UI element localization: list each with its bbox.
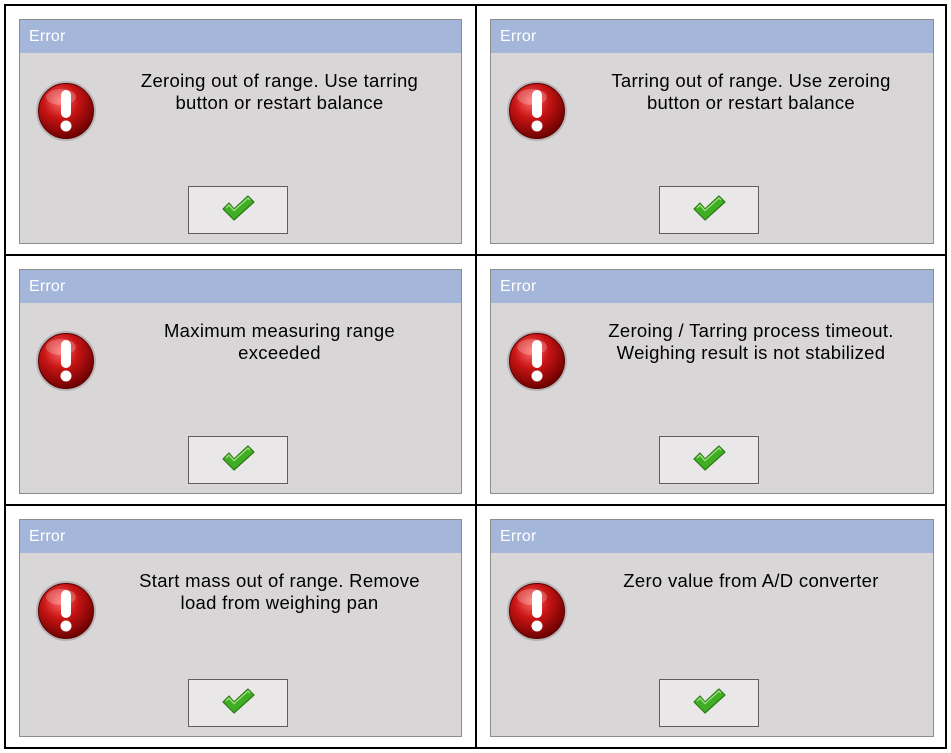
checkmark-icon xyxy=(221,444,255,476)
dialog-message: Start mass out of range. Remove load fro… xyxy=(139,570,420,613)
checkmark-icon xyxy=(221,194,255,226)
grid-cell: Error Maximum measuring range exceeded xyxy=(6,256,477,506)
dialog-title: Error xyxy=(491,270,933,303)
grid-cell: Error Start mass out of range. Remove lo… xyxy=(6,506,477,747)
error-exclamation-icon xyxy=(505,79,569,143)
confirm-button[interactable] xyxy=(659,436,759,484)
checkmark-icon xyxy=(692,687,726,719)
error-dialog: Error Start mass out of range. Remove lo… xyxy=(19,519,462,737)
confirm-button[interactable] xyxy=(188,186,288,234)
error-dialogs-grid: Error Zeroing out of range. Use tarring … xyxy=(4,4,947,749)
confirm-button[interactable] xyxy=(188,679,288,727)
error-dialog: Error Maximum measuring range exceeded xyxy=(19,269,462,494)
error-exclamation-icon xyxy=(34,579,98,643)
dialog-message: Zeroing / Tarring process timeout. Weigh… xyxy=(608,320,894,363)
error-dialog: Error Zeroing out of range. Use tarring … xyxy=(19,19,462,244)
dialog-title: Error xyxy=(20,520,461,553)
grid-cell: Error Zeroing / Tarring process timeout.… xyxy=(477,256,947,506)
dialog-message: Zeroing out of range. Use tarring button… xyxy=(140,70,419,113)
grid-cell: Error Zeroing out of range. Use tarring … xyxy=(6,6,477,256)
checkmark-icon xyxy=(692,444,726,476)
dialog-title: Error xyxy=(20,270,461,303)
checkmark-icon xyxy=(692,194,726,226)
confirm-button[interactable] xyxy=(659,679,759,727)
dialog-message: Tarring out of range. Use zeroing button… xyxy=(611,70,891,113)
grid-cell: Error Zero value from A/D converter xyxy=(477,506,947,747)
error-dialog: Error Tarring out of range. Use zeroing … xyxy=(490,19,934,244)
error-dialog: Error Zero value from A/D converter xyxy=(490,519,934,737)
error-exclamation-icon xyxy=(34,79,98,143)
dialog-title: Error xyxy=(491,20,933,53)
error-exclamation-icon xyxy=(505,579,569,643)
error-exclamation-icon xyxy=(505,329,569,393)
error-exclamation-icon xyxy=(34,329,98,393)
checkmark-icon xyxy=(221,687,255,719)
dialog-message: Zero value from A/D converter xyxy=(623,570,879,591)
grid-cell: Error Tarring out of range. Use zeroing … xyxy=(477,6,947,256)
dialog-title: Error xyxy=(491,520,933,553)
confirm-button[interactable] xyxy=(188,436,288,484)
dialog-title: Error xyxy=(20,20,461,53)
confirm-button[interactable] xyxy=(659,186,759,234)
error-dialog: Error Zeroing / Tarring process timeout.… xyxy=(490,269,934,494)
dialog-message: Maximum measuring range exceeded xyxy=(163,320,396,363)
